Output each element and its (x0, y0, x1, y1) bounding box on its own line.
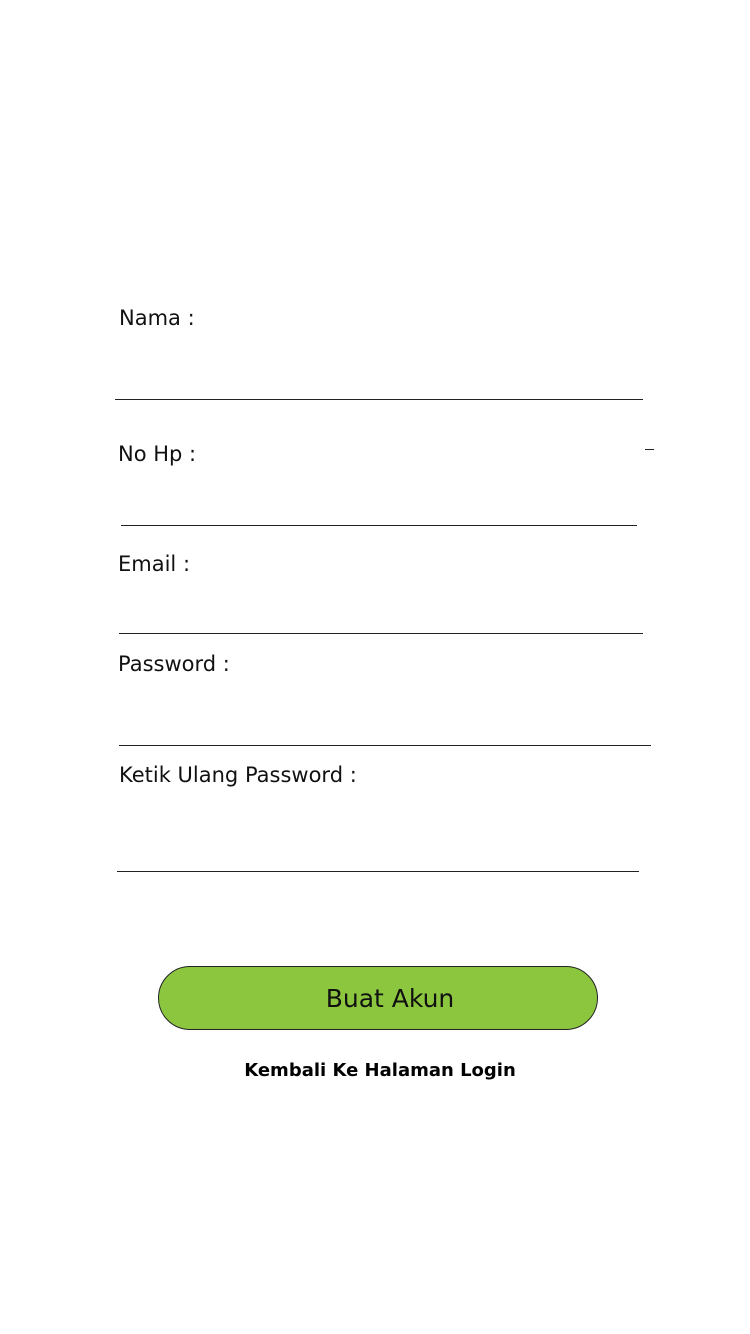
phone-label: No Hp : (118, 442, 197, 466)
name-input[interactable] (115, 354, 643, 400)
confirm-password-input[interactable] (117, 824, 639, 872)
phone-input[interactable] (121, 480, 637, 526)
email-input[interactable] (119, 590, 643, 634)
confirm-password-label: Ketik Ulang Password : (119, 763, 357, 787)
name-label: Nama : (119, 306, 195, 330)
password-label: Password : (118, 652, 230, 676)
create-account-button-label: Buat Akun (325, 983, 455, 1013)
password-input[interactable] (119, 698, 651, 746)
back-to-login-link[interactable]: Kembali Ke Halaman Login (0, 1058, 750, 1084)
email-label: Email : (118, 552, 191, 576)
create-account-button[interactable]: Buat Akun (158, 966, 598, 1030)
dash-mark (645, 449, 654, 450)
